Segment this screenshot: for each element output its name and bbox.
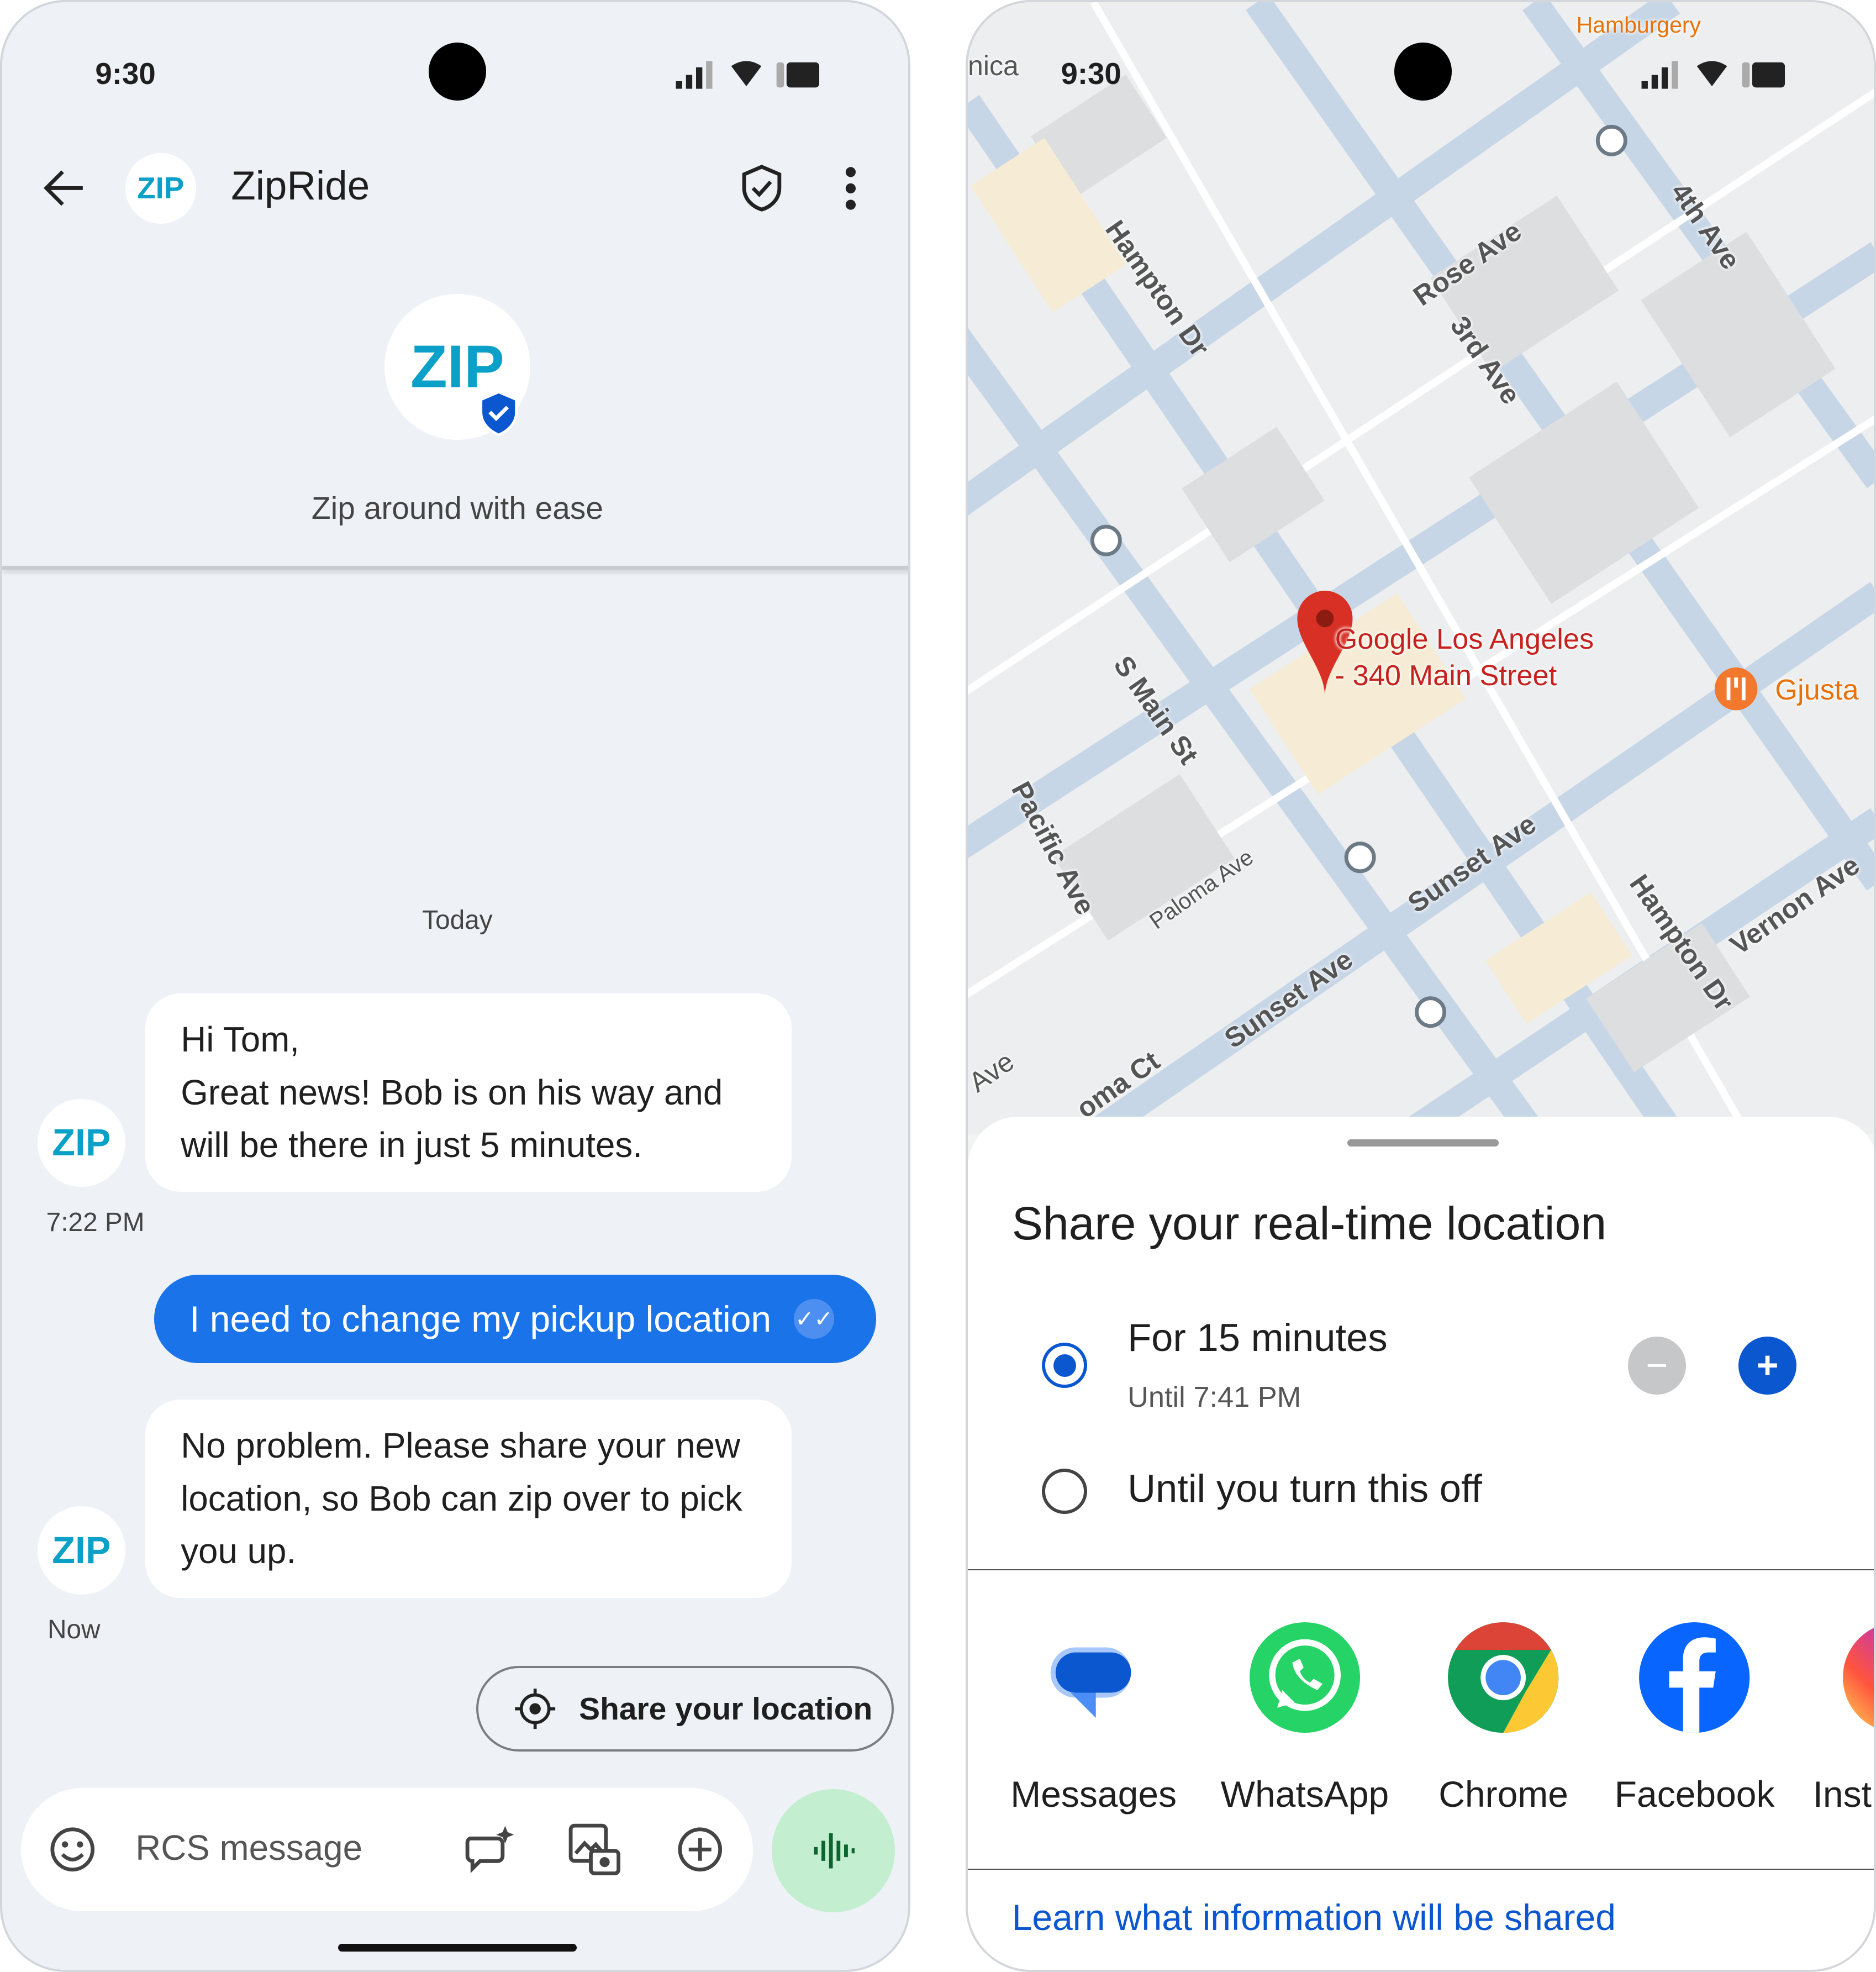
status-time: 9:30 [1061, 56, 1121, 91]
add-attachment-icon[interactable] [676, 1826, 724, 1873]
verified-shield-icon[interactable] [739, 163, 784, 213]
emoji-icon[interactable] [49, 1826, 96, 1873]
restaurant-icon [1715, 667, 1758, 711]
sender-avatar: ZIP [37, 1506, 126, 1595]
option-sublabel: Until 7:41 PM [1127, 1381, 1301, 1413]
drag-handle[interactable] [1347, 1139, 1499, 1147]
app-label: Inst [1812, 1773, 1872, 1815]
suggestion-label: Share your location [579, 1691, 873, 1727]
facebook-icon [1639, 1622, 1750, 1733]
map-view[interactable] [968, 2, 1876, 1134]
radio-15-minutes[interactable] [1042, 1343, 1088, 1389]
header-divider [2, 565, 908, 570]
messages-screen: 9:30 ZIP ZipRide ZIP Zip around with eas… [0, 0, 910, 1972]
sender-avatar: ZIP [37, 1098, 126, 1187]
app-label: Chrome [1438, 1773, 1568, 1815]
status-time: 9:30 [95, 56, 156, 91]
share-app-chrome[interactable]: Chrome [1415, 1622, 1592, 1815]
back-arrow-icon[interactable] [43, 168, 88, 208]
share-app-messages[interactable]: Messages [1005, 1622, 1182, 1815]
map-label: nica [968, 50, 1019, 82]
share-location-suggestion[interactable]: Share your location [476, 1666, 894, 1752]
divider [968, 1868, 1874, 1870]
sheet-title: Share your real-time location [1011, 1197, 1607, 1250]
message-timestamp: Now [47, 1615, 101, 1644]
waveform-icon [814, 1833, 855, 1869]
message-timestamp: 7:22 PM [46, 1207, 145, 1237]
decrease-duration-button[interactable]: − [1627, 1336, 1686, 1395]
date-divider: Today [422, 906, 493, 935]
share-sheet: Share your real-time location For 15 min… [968, 1116, 1874, 1970]
camera-cutout [1394, 42, 1452, 101]
learn-more-link[interactable]: Learn what information will be shared [1012, 1896, 1616, 1938]
share-app-facebook[interactable]: Facebook [1606, 1622, 1783, 1815]
avatar[interactable]: ZIP [125, 153, 196, 224]
camera-cutout [428, 42, 487, 101]
divider [968, 1569, 1874, 1571]
place-label[interactable]: Google Los Angeles - 340 Main Street [1335, 621, 1594, 694]
conversation-title[interactable]: ZipRide [231, 163, 370, 209]
radio-until-off[interactable] [1042, 1468, 1088, 1514]
maps-share-screen: nica Hamburgery 9:30 Hampton Dr Rose Ave… [966, 0, 1876, 1972]
app-label: Facebook [1614, 1773, 1775, 1815]
voice-message-button[interactable] [771, 1789, 895, 1913]
gallery-icon[interactable] [566, 1821, 621, 1879]
message-bubble-incoming[interactable]: No problem. Please share your new locati… [145, 1399, 792, 1598]
home-indicator [338, 1944, 577, 1952]
magic-compose-icon[interactable] [462, 1823, 518, 1874]
outgoing-text: I need to change my pickup location [189, 1298, 772, 1340]
increase-duration-button[interactable]: + [1738, 1336, 1796, 1395]
app-label: WhatsApp [1220, 1773, 1389, 1815]
compose-bar [21, 1788, 753, 1912]
option-label: Until you turn this off [1127, 1466, 1482, 1511]
read-receipt-icon: ✓✓ [794, 1298, 834, 1339]
option-label: For 15 minutes [1127, 1316, 1388, 1360]
more-options-icon[interactable] [842, 166, 860, 211]
message-bubble-incoming[interactable]: Hi Tom, Great news! Bob is on his way an… [145, 993, 792, 1192]
app-label: Messages [1010, 1773, 1177, 1815]
instagram-icon [1843, 1622, 1874, 1733]
message-bubble-outgoing[interactable]: I need to change my pickup location ✓✓ [154, 1275, 876, 1363]
verified-badge-icon [479, 391, 518, 437]
poi-label[interactable]: Gjusta [1775, 674, 1858, 707]
messages-app-icon [1051, 1647, 1131, 1718]
tagline: Zip around with ease [311, 491, 604, 527]
chrome-icon [1448, 1622, 1559, 1733]
poi-label: Hamburgery [1576, 12, 1701, 38]
share-app-whatsapp[interactable]: WhatsApp [1217, 1622, 1393, 1815]
status-icons [676, 61, 820, 90]
message-input[interactable]: RCS message [135, 1827, 362, 1868]
whatsapp-icon [1249, 1622, 1361, 1733]
status-icons [1642, 61, 1785, 90]
my-location-icon [515, 1689, 555, 1729]
share-app-instagram[interactable]: Inst [1812, 1622, 1874, 1815]
